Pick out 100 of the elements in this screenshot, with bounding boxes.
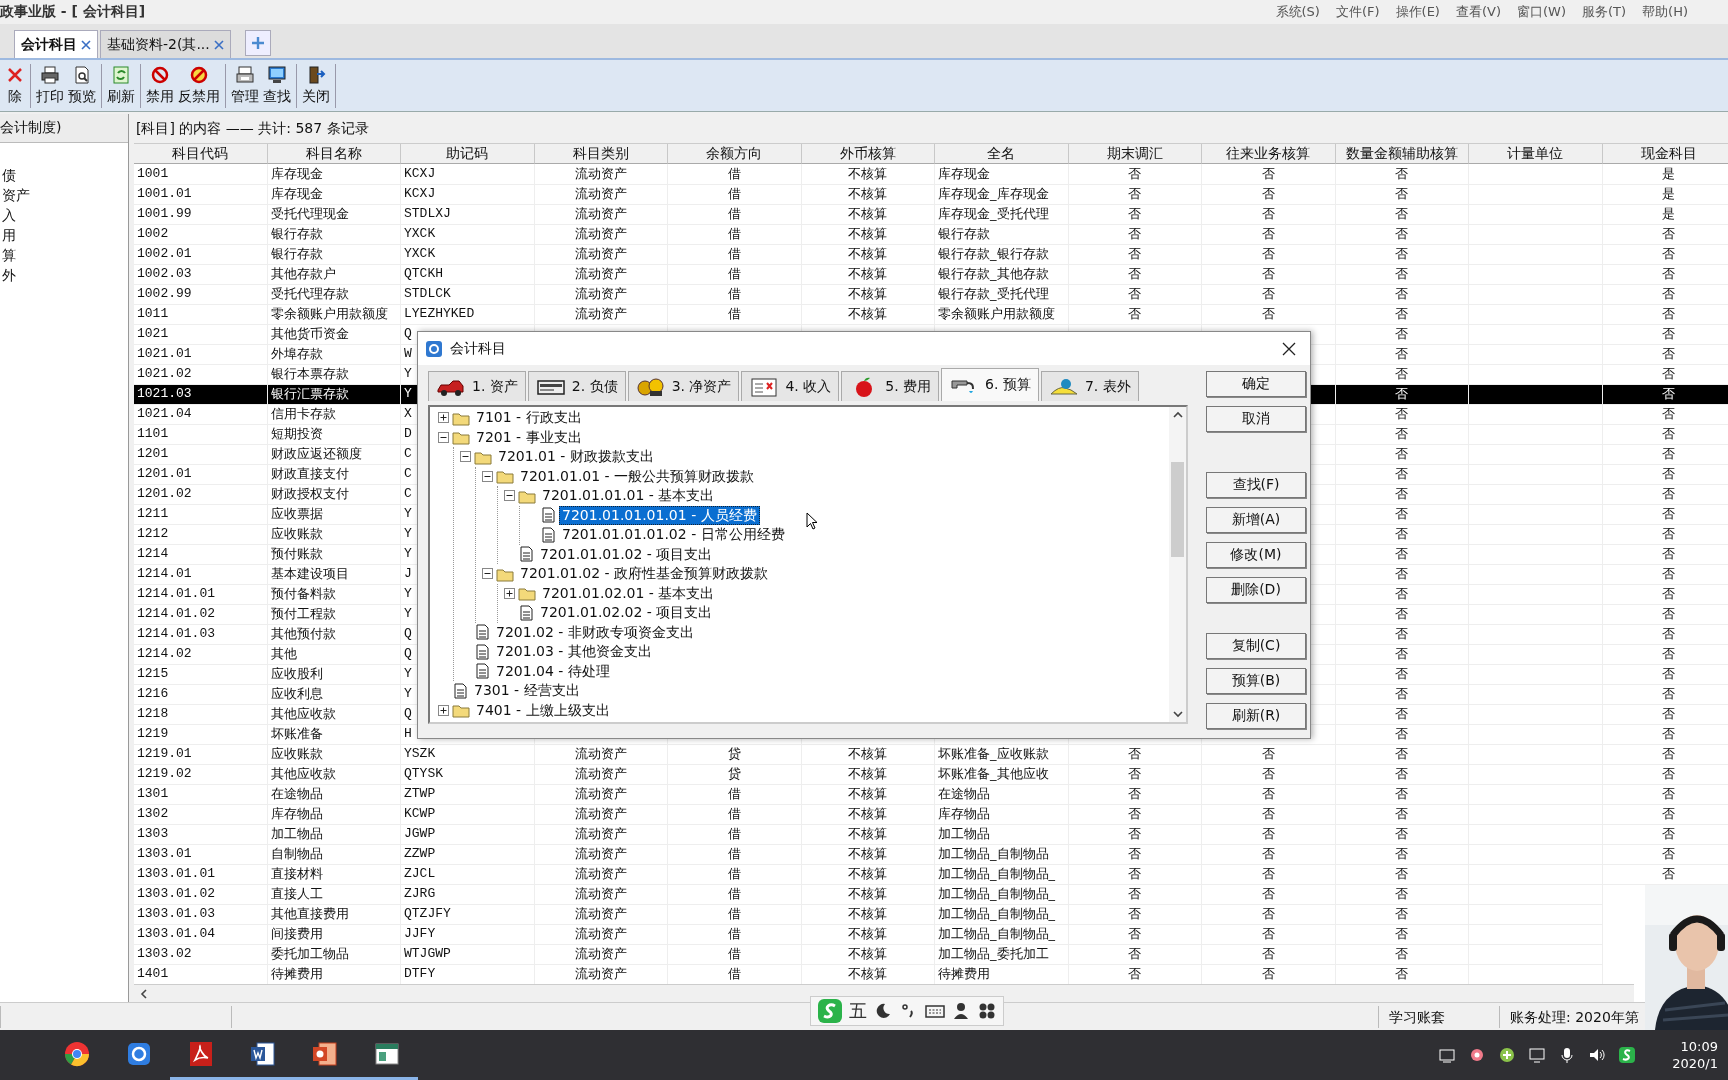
tab[interactable]: 7. 表外	[1040, 371, 1139, 401]
flower-icon[interactable]	[1468, 1046, 1486, 1064]
column-header[interactable]: 余额方向	[668, 144, 802, 164]
dialog-button[interactable]: 刷新(R)	[1206, 703, 1306, 729]
plus-icon[interactable]	[1498, 1046, 1516, 1064]
person-icon[interactable]	[951, 1001, 971, 1021]
table-row[interactable]: 1301 在途物品 ZTWP 流动资产 借 不核算 在途物品 否 否 否 否	[134, 784, 1728, 804]
scrollbar[interactable]	[1169, 407, 1186, 722]
expand-icon[interactable]	[504, 587, 515, 599]
tree-item[interactable]: 债	[0, 165, 128, 185]
table-row[interactable]: 1219.01 应收账款 YSZK 流动资产 贷 不核算 坏账准备_应收账款 否 否 否 否	[134, 744, 1728, 764]
column-header[interactable]: 现金科目	[1602, 144, 1728, 164]
dialog-button[interactable]: 复制(C)	[1206, 633, 1306, 659]
menu-item[interactable]: 系统(S)	[1275, 3, 1320, 21]
column-header[interactable]: 往来业务核算	[1202, 144, 1336, 164]
chevron-down-icon[interactable]	[1172, 711, 1183, 718]
chevron-up-icon[interactable]	[1172, 411, 1183, 418]
table-row[interactable]: 1303 加工物品 JGWP 流动资产 借 不核算 加工物品 否 否 否 否	[134, 824, 1728, 844]
table-row[interactable]: 1303.02 委托加工物品 WTJGWP 流动资产 借 不核算 加工物品_委托加工 否 否 否	[134, 944, 1603, 964]
collapse-icon[interactable]	[504, 490, 515, 502]
tab[interactable]: 2. 负债	[527, 371, 626, 401]
document-tab[interactable]: 会计科目	[14, 30, 98, 58]
toolbar-button[interactable]: 关闭	[301, 65, 331, 106]
table-row[interactable]: 1303.01.04 间接费用 JJFY 流动资产 借 不核算 加工物品_自制物品_ 否 否 否	[134, 924, 1603, 944]
column-header[interactable]: 期末调汇	[1068, 144, 1202, 164]
column-header[interactable]: 计量单位	[1469, 144, 1603, 164]
toolbar-button[interactable]: 管理	[230, 65, 260, 106]
table-row[interactable]: 1303.01.02 直接人工 ZJRG 流动资产 借 不核算 加工物品_自制物品_ 否 否 否	[134, 884, 1603, 904]
input-method-icon[interactable]	[1618, 1046, 1636, 1064]
column-header[interactable]: 科目名称	[267, 144, 401, 164]
table-row[interactable]: 1303.01.03 其他直接费用 QTZJFY 流动资产 借 不核算 加工物品_自制物品_ 否 否 否	[134, 904, 1603, 924]
table-row[interactable]: 1302 库存物品 KCWP 流动资产 借 不核算 库存物品 否 否 否 否	[134, 804, 1728, 824]
tree-item[interactable]: 7201.01.02.01 - 基本支出	[539, 583, 718, 603]
table-row[interactable]: 1001 库存现金 KCXJ 流动资产 借 不核算 库存现金 否 否 否 是	[134, 164, 1728, 184]
table-row[interactable]: 1219.02 其他应收款 QTYSK 流动资产 贷 不核算 坏账准备_其他应收 否 否 否 否	[134, 764, 1728, 784]
tree-item[interactable]: 7201.01.01.02 - 项目支出	[537, 544, 716, 564]
table-row[interactable]: 1011 零余额账户用款额度 LYEZHYKED 流动资产 借 不核算 零余额账户用款额度 否 否 否 否	[134, 304, 1728, 324]
tree-item[interactable]: 7201.01.01.01 - 基本支出	[539, 486, 718, 506]
tree-item[interactable]: 入	[0, 205, 128, 225]
table-row[interactable]: 1001.99 受托代理现金 STDLXJ 流动资产 借 不核算 库存现金_受托代理 否 否 否 是	[134, 204, 1728, 224]
column-header[interactable]: 科目代码	[134, 144, 268, 164]
column-header[interactable]: 数量金额辅助核算	[1335, 144, 1469, 164]
column-header[interactable]: 全名	[935, 144, 1069, 164]
tree-item[interactable]: 7201.01.02.02 - 项目支出	[537, 603, 716, 623]
new-tab-button[interactable]	[244, 30, 271, 56]
menu-item[interactable]: 服务(T)	[1582, 3, 1627, 21]
toolbar-button[interactable]: 刷新	[106, 65, 136, 106]
microphone-icon[interactable]	[1558, 1046, 1576, 1064]
dialog-button[interactable]: 查找(F)	[1206, 472, 1306, 498]
table-row[interactable]: 1002.03 其他存款户 QTCKH 流动资产 借 不核算 银行存款_其他存款 否 否 否 否	[134, 264, 1728, 284]
table-row[interactable]: 1002.99 受托代理存款 STDLCK 流动资产 借 不核算 银行存款_受托代理 否 否 否 否	[134, 284, 1728, 304]
chevron-left-icon[interactable]	[140, 988, 148, 999]
table-row[interactable]: 1001.01 库存现金 KCXJ 流动资产 借 不核算 库存现金_库存现金 否 否 否 是	[134, 184, 1728, 204]
tree-item[interactable]: 算	[0, 245, 128, 265]
menu-item[interactable]: 窗口(W)	[1517, 3, 1566, 21]
tab[interactable]: 5. 费用	[841, 371, 940, 401]
tree-item[interactable]: 外	[0, 265, 128, 285]
column-header[interactable]: 外币核算	[801, 144, 935, 164]
collapse-icon[interactable]	[438, 431, 449, 443]
table-row[interactable]: 1303.01.01 直接材料 ZJCL 流动资产 借 不核算 加工物品_自制物品_ 否 否 否 否	[134, 864, 1728, 884]
menu-item[interactable]: 帮助(H)	[1642, 3, 1688, 21]
table-row[interactable]: 1002.01 银行存款 YXCK 流动资产 借 不核算 银行存款_银行存款 否 否 否 否	[134, 244, 1728, 264]
scrollbar[interactable]	[134, 984, 1634, 1002]
dialog-button[interactable]: 新增(A)	[1206, 507, 1306, 533]
input-method-icon[interactable]	[817, 998, 843, 1024]
tab[interactable]: 3. 净资产	[627, 371, 740, 401]
tree-item[interactable]: 7201.01.01.01.02 - 日常公用经费	[559, 525, 788, 545]
expand-icon[interactable]	[438, 412, 449, 424]
monitor-icon[interactable]	[1528, 1046, 1546, 1064]
dialog-button[interactable]: 修改(M)	[1206, 542, 1306, 568]
toolbar-button[interactable]: 查找	[262, 65, 292, 106]
input-mode[interactable]: 五	[849, 999, 867, 1023]
table-row[interactable]: 1303.01 自制物品 ZZWP 流动资产 借 不核算 加工物品_自制物品 否 否 否 否	[134, 844, 1728, 864]
toolbar-button[interactable]: 预览	[67, 65, 97, 106]
toolbar-button[interactable]: 打印	[35, 65, 65, 106]
scrollbar-thumb[interactable]	[1171, 462, 1184, 557]
menu-item[interactable]: 操作(E)	[1395, 3, 1440, 21]
menu-item[interactable]: 文件(F)	[1335, 3, 1380, 21]
dialog-button[interactable]: 删除(D)	[1206, 577, 1306, 603]
column-header[interactable]: 科目类别	[534, 144, 668, 164]
dialog-button[interactable]: 预算(B)	[1206, 668, 1306, 694]
document-tab[interactable]: 基础资料-2(其...	[100, 30, 231, 58]
tree-item[interactable]: 用	[0, 225, 128, 245]
grid-icon[interactable]	[977, 1001, 997, 1021]
toolbar-button[interactable]: 反禁用	[177, 65, 221, 106]
close-icon[interactable]	[1282, 341, 1296, 356]
toolbar-button[interactable]: 除	[4, 65, 26, 106]
tab[interactable]: 1. 资产	[428, 371, 526, 401]
dialog-button[interactable]: 取消	[1206, 406, 1306, 432]
toolbar-button[interactable]: 禁用	[145, 65, 175, 106]
tab[interactable]: 4. 收入	[741, 371, 840, 401]
tab[interactable]: 6. 预算	[941, 368, 1039, 401]
menu-item[interactable]: 查看(V)	[1455, 3, 1501, 21]
table-row[interactable]: 1002 银行存款 YXCK 流动资产 借 不核算 银行存款 否 否 否 否	[134, 224, 1728, 244]
tree-item[interactable]: 7201.01.01.01.01 - 人员经费	[559, 505, 760, 525]
dialog-button[interactable]: 确定	[1206, 371, 1306, 397]
expand-icon[interactable]	[438, 704, 449, 716]
collapse-icon[interactable]	[482, 568, 493, 580]
tree-item[interactable]: 资产	[0, 185, 128, 205]
clock[interactable]: 10:09 2020/1	[1658, 1038, 1718, 1072]
